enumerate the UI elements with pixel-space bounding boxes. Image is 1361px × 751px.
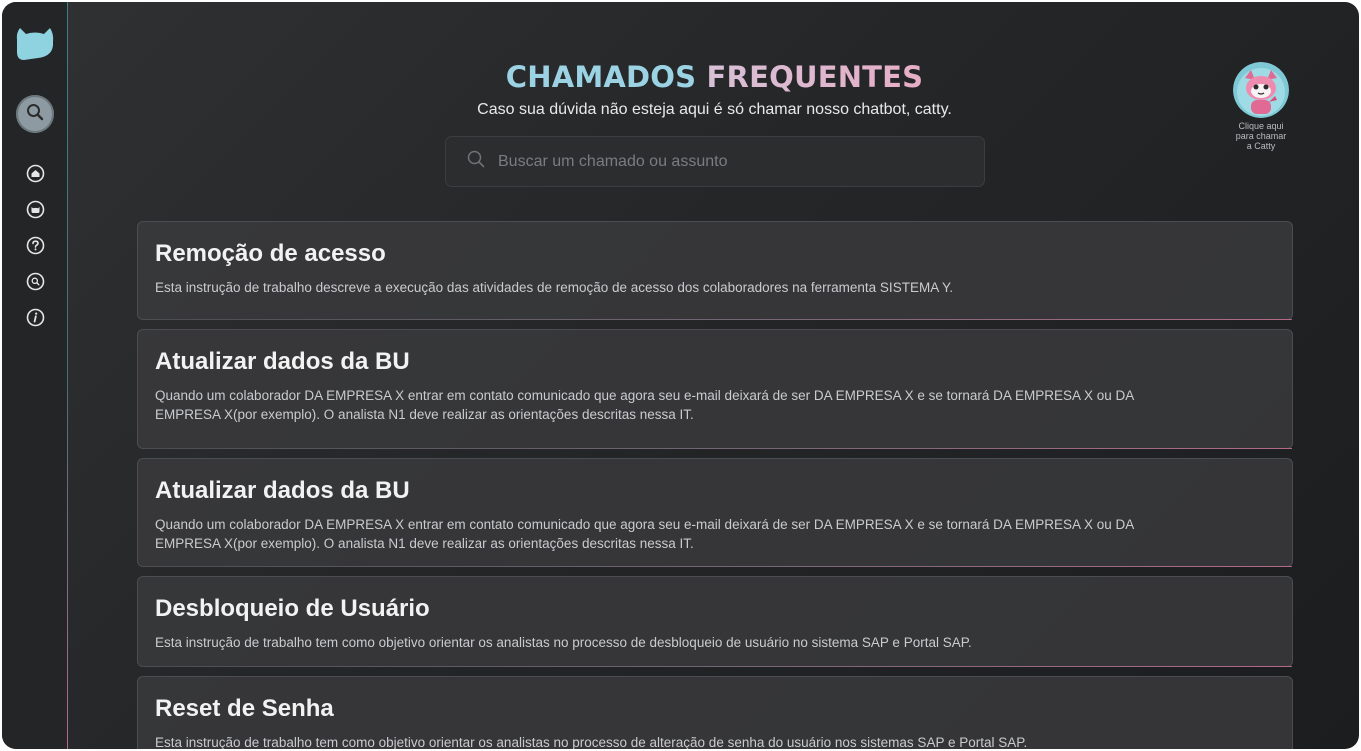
- search-bar[interactable]: [445, 136, 985, 187]
- faq-card-title: Reset de Senha: [155, 695, 334, 722]
- faq-card-description: Esta instrução de trabalho descreve a ex…: [155, 280, 953, 295]
- question-icon: [26, 236, 45, 260]
- page-title: CHAMADOS FREQUENTES: [2, 60, 1359, 94]
- sidebar-item-chatbot[interactable]: [26, 200, 45, 224]
- sidebar-item-home[interactable]: [26, 164, 45, 188]
- page-subtitle: Caso sua dúvida não esteja aqui é só cha…: [477, 101, 952, 118]
- faq-list: Remoção de acesso Esta instrução de trab…: [137, 221, 1293, 749]
- app-window: CHAMADOS FREQUENTES Caso sua dúvida não …: [2, 2, 1359, 749]
- search-input[interactable]: [498, 152, 958, 171]
- app-logo-icon[interactable]: [14, 22, 56, 62]
- faq-card-title: Desbloqueio de Usuário: [155, 595, 430, 622]
- faq-card[interactable]: Atualizar dados da BU Quando um colabora…: [137, 329, 1293, 449]
- faq-card-description: Quando um colaborador DA EMPRESA X entra…: [155, 388, 1134, 422]
- faq-card-title: Atualizar dados da BU: [155, 348, 410, 375]
- search-icon: [466, 149, 486, 174]
- cat-icon: [26, 200, 45, 224]
- faq-card-description: Esta instrução de trabalho tem como obje…: [155, 635, 972, 650]
- info-icon: [26, 308, 45, 332]
- faq-card-title: Remoção de acesso: [155, 240, 386, 267]
- faq-card-description: Quando um colaborador DA EMPRESA X entra…: [155, 517, 1134, 551]
- page-title-part1: CHAMADOS: [505, 60, 697, 94]
- faq-card-title: Atualizar dados da BU: [155, 477, 410, 504]
- faq-card[interactable]: Desbloqueio de Usuário Esta instrução de…: [137, 576, 1293, 667]
- home-icon: [26, 164, 45, 188]
- faq-card[interactable]: Reset de Senha Esta instrução de trabalh…: [137, 676, 1293, 749]
- faq-card[interactable]: Atualizar dados da BU Quando um colabora…: [137, 458, 1293, 567]
- faq-card[interactable]: Remoção de acesso Esta instrução de trab…: [137, 221, 1293, 320]
- search-small-icon: [26, 272, 45, 296]
- catty-label: Clique aqui para chamar a Catty: [1235, 121, 1287, 151]
- catty-avatar[interactable]: [1233, 62, 1289, 118]
- page-title-part2: FREQUENTES: [706, 60, 924, 94]
- faq-card-description: Esta instrução de trabalho tem como obje…: [155, 735, 1028, 749]
- sidebar-item-faq[interactable]: [26, 236, 45, 260]
- sidebar-item-info[interactable]: [26, 308, 45, 332]
- catty-chatbot-launcher[interactable]: Clique aqui para chamar a Catty: [1220, 62, 1302, 151]
- sidebar-item-search-tickets[interactable]: [26, 272, 45, 296]
